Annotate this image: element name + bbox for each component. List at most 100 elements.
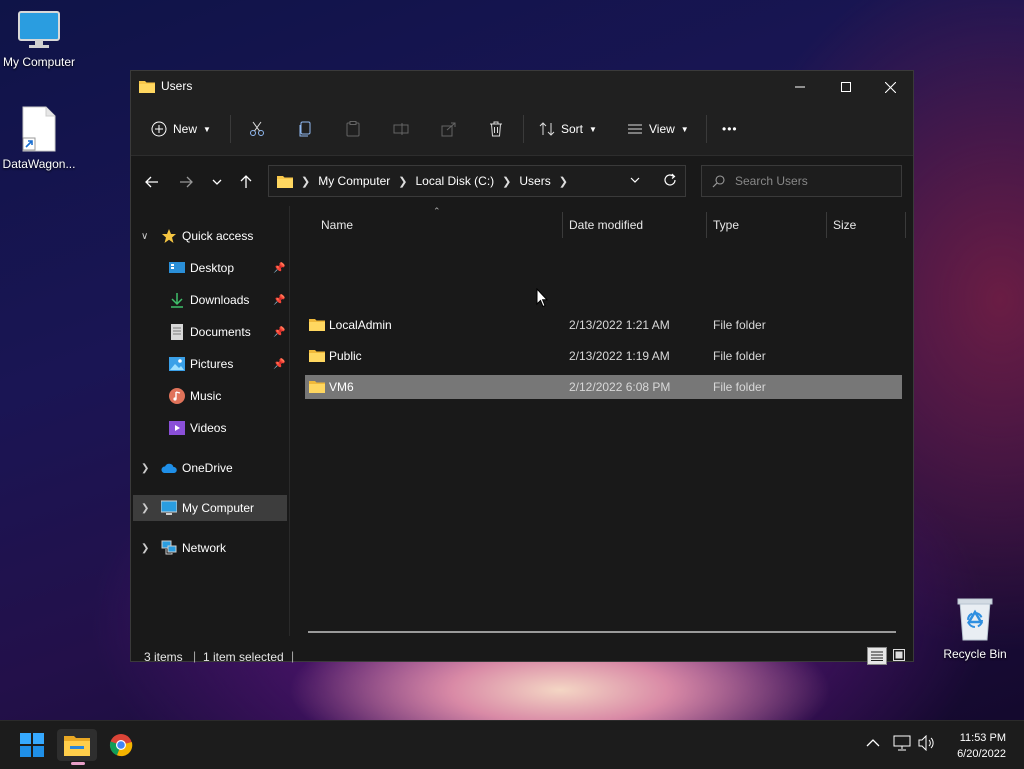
- horizontal-scrollbar[interactable]: [308, 631, 896, 633]
- breadcrumb-local-disk[interactable]: Local Disk (C:): [415, 174, 494, 188]
- sidebar-item-music[interactable]: Music: [133, 383, 287, 409]
- view-label: View: [649, 122, 675, 136]
- plus-circle-icon: [151, 121, 167, 137]
- search-input[interactable]: Search Users: [735, 174, 808, 188]
- minimize-button[interactable]: [777, 71, 823, 103]
- navigation-pane: ∨ Quick access Desktop 📌 Downloads 📌 Doc…: [131, 206, 289, 636]
- column-header-size[interactable]: Size: [833, 214, 856, 236]
- speaker-icon: [918, 734, 934, 752]
- chevron-right-icon[interactable]: ❯: [141, 543, 149, 554]
- paste-button[interactable]: [345, 117, 361, 141]
- column-header-type[interactable]: Type: [713, 214, 739, 236]
- document-icon: [171, 324, 183, 340]
- sidebar-item-label: Music: [190, 389, 222, 403]
- sidebar-item-desktop[interactable]: Desktop 📌: [133, 255, 287, 281]
- breadcrumb-chevron-icon: ❯: [301, 175, 311, 188]
- folder-icon: [309, 319, 325, 331]
- breadcrumb-my-computer[interactable]: My Computer: [318, 174, 390, 188]
- back-button[interactable]: [141, 171, 163, 193]
- column-header-label: Name: [321, 218, 354, 232]
- volume-button[interactable]: [918, 734, 936, 754]
- copy-icon: [299, 121, 311, 137]
- item-count: 3 items: [144, 650, 183, 664]
- recent-locations-button[interactable]: [206, 171, 228, 193]
- maximize-button[interactable]: [823, 71, 869, 103]
- rename-button[interactable]: [393, 117, 409, 141]
- pane-splitter[interactable]: [289, 206, 290, 636]
- column-header-label: Date modified: [569, 218, 644, 232]
- chevron-down-icon: ▼: [203, 124, 211, 134]
- sidebar-item-network[interactable]: ❯ Network: [133, 535, 287, 561]
- sidebar-item-documents[interactable]: Documents 📌: [133, 319, 287, 345]
- column-divider[interactable]: [905, 212, 906, 238]
- arrow-right-icon: [180, 176, 193, 188]
- cut-button[interactable]: [249, 117, 265, 141]
- column-divider[interactable]: [706, 212, 707, 238]
- breadcrumb-chevron-icon[interactable]: ❯: [559, 175, 568, 188]
- tiles-view-button[interactable]: [891, 647, 907, 663]
- ethernet-icon: [893, 735, 911, 751]
- windows-logo-icon: [20, 733, 44, 757]
- show-hidden-icons-button[interactable]: [866, 737, 880, 751]
- address-history-button[interactable]: [629, 174, 641, 189]
- view-button[interactable]: View ▼: [627, 117, 689, 141]
- table-row-selected[interactable]: VM6 2/12/2022 6:08 PM File folder: [305, 375, 902, 399]
- window-title-text: Users: [161, 79, 193, 93]
- sidebar-item-my-computer[interactable]: ❯ My Computer: [133, 495, 287, 521]
- delete-button[interactable]: [488, 117, 504, 141]
- breadcrumb-chevron-icon[interactable]: ❯: [398, 175, 407, 188]
- sort-indicator-icon: ⌃: [433, 206, 441, 216]
- sidebar-item-pictures[interactable]: Pictures 📌: [133, 351, 287, 377]
- chevron-down-icon: ▼: [589, 124, 597, 134]
- breadcrumb-users[interactable]: Users: [519, 174, 550, 188]
- sidebar-item-downloads[interactable]: Downloads 📌: [133, 287, 287, 313]
- folder-icon: [277, 176, 293, 188]
- more-options-button[interactable]: •••: [722, 117, 738, 141]
- pictures-icon: [169, 357, 185, 371]
- chevron-right-icon[interactable]: ❯: [141, 463, 149, 474]
- system-clock[interactable]: 11:53 PM 6/20/2022: [957, 730, 1006, 762]
- chevron-right-icon[interactable]: ❯: [141, 503, 149, 514]
- sidebar-item-quick-access[interactable]: ∨ Quick access: [133, 223, 287, 249]
- file-explorer-icon: [64, 736, 90, 756]
- copy-button[interactable]: [297, 117, 313, 141]
- details-view-button[interactable]: [867, 647, 887, 665]
- status-bar: 3 items | 1 item selected |: [131, 641, 913, 665]
- sidebar-item-onedrive[interactable]: ❯ OneDrive: [133, 455, 287, 481]
- sidebar-item-videos[interactable]: Videos: [133, 415, 287, 441]
- sort-label: Sort: [561, 122, 584, 136]
- breadcrumb-chevron-icon[interactable]: ❯: [502, 175, 511, 188]
- taskbar-file-explorer[interactable]: [57, 729, 97, 765]
- desktop-icon-my-computer[interactable]: My Computer: [0, 10, 79, 69]
- pin-icon: 📌: [273, 262, 286, 274]
- table-row[interactable]: LocalAdmin 2/13/2022 1:21 AM File folder: [305, 313, 902, 337]
- desktop-icon-datawagon[interactable]: DataWagon...: [0, 106, 79, 171]
- file-name: Public: [329, 349, 362, 363]
- close-button[interactable]: [867, 71, 913, 103]
- column-divider[interactable]: [562, 212, 563, 238]
- pin-icon: 📌: [273, 358, 286, 370]
- table-row[interactable]: Public 2/13/2022 1:19 AM File folder: [305, 344, 902, 368]
- network-status-button[interactable]: [893, 735, 911, 754]
- close-icon: [884, 81, 896, 93]
- title-bar[interactable]: Users: [131, 71, 913, 103]
- taskbar-chrome[interactable]: [101, 729, 141, 761]
- search-box[interactable]: Search Users: [701, 165, 902, 197]
- share-icon: [441, 122, 456, 137]
- address-bar[interactable]: ❯ My Computer ❯ Local Disk (C:) ❯ Users …: [268, 165, 686, 197]
- up-button[interactable]: [235, 171, 257, 193]
- sidebar-item-label: Network: [182, 541, 227, 555]
- new-button[interactable]: New ▼: [151, 117, 211, 141]
- column-divider[interactable]: [826, 212, 827, 238]
- column-header-name[interactable]: Name: [321, 214, 353, 236]
- more-options-icon: •••: [722, 122, 738, 136]
- refresh-button[interactable]: [663, 173, 677, 190]
- share-button[interactable]: [441, 117, 457, 141]
- start-button[interactable]: [12, 729, 52, 761]
- desktop-icon-recycle-bin[interactable]: Recycle Bin: [935, 596, 1015, 661]
- column-header-date[interactable]: Date modified: [569, 214, 643, 236]
- forward-button[interactable]: [175, 171, 197, 193]
- chevron-down-icon[interactable]: ∨: [141, 231, 148, 242]
- sort-button[interactable]: Sort ▼: [539, 117, 597, 141]
- arrow-up-icon: [240, 175, 252, 188]
